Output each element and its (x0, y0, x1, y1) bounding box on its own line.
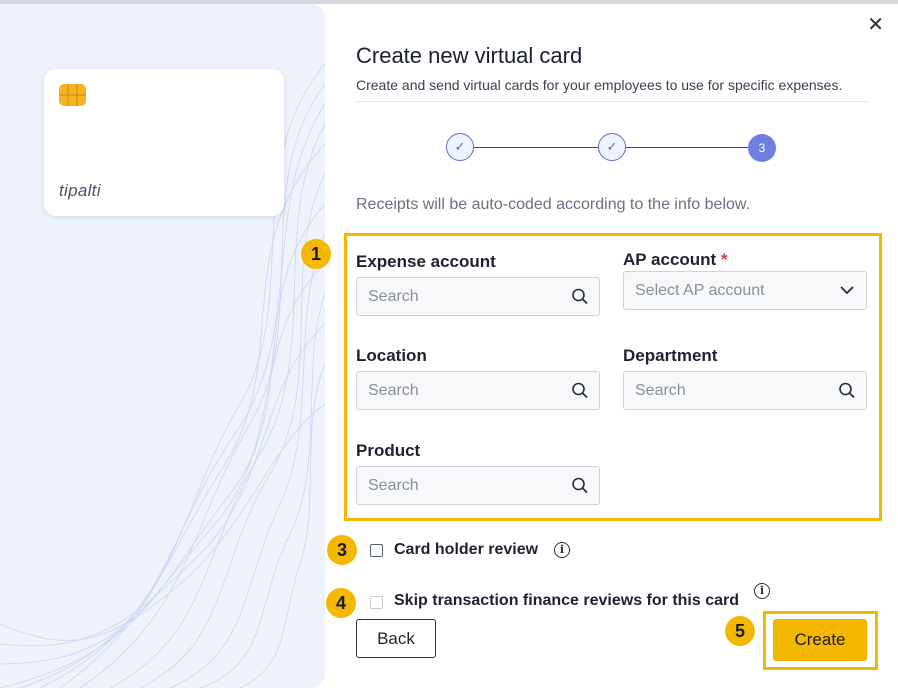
chevron-glyph (840, 286, 854, 295)
step-badge-1: 1 (301, 239, 331, 269)
location-label: Location (356, 346, 427, 365)
location-search-input[interactable]: Search (356, 371, 600, 410)
ap-account-select[interactable]: Select AP account (623, 271, 867, 310)
info-icon[interactable]: i (754, 583, 770, 599)
header-divider (356, 101, 868, 102)
step-badge-3: 3 (327, 535, 357, 565)
close-icon[interactable]: ✕ (867, 12, 884, 37)
ap-account-label: AP account * (623, 250, 728, 270)
department-search-input[interactable]: Search (623, 371, 867, 410)
search-icon (838, 372, 856, 423)
dialog-subtitle: Create and send virtual cards for your e… (356, 77, 843, 93)
department-placeholder: Search (635, 382, 686, 399)
search-glyph (572, 477, 588, 494)
search-icon (571, 278, 589, 329)
step-3-current: 3 (748, 134, 776, 162)
card-holder-review-label: Card holder review (394, 541, 539, 558)
search-icon (571, 372, 589, 423)
create-button[interactable]: Create (773, 619, 867, 661)
search-glyph (839, 382, 855, 399)
step-badge-4: 4 (326, 588, 356, 618)
expense-account-search-input[interactable]: Search (356, 277, 600, 316)
dialog-title: Create new virtual card (356, 43, 583, 68)
stepper-line-1 (474, 147, 598, 148)
step-badge-5: 5 (725, 616, 755, 646)
tipalti-logo: tipalti (59, 181, 101, 200)
chip-lines (59, 84, 86, 106)
department-label: Department (623, 346, 718, 365)
virtual-card-preview: tipalti (44, 69, 284, 216)
search-glyph (572, 382, 588, 399)
ap-account-label-text: AP account (623, 250, 717, 269)
search-glyph (572, 288, 588, 305)
search-icon (571, 467, 589, 518)
info-icon[interactable]: i (554, 542, 570, 558)
skip-finance-reviews-checkbox[interactable] (370, 596, 383, 609)
product-label: Product (356, 441, 421, 460)
intro-text: Receipts will be auto-coded according to… (356, 196, 751, 213)
expense-account-label: Expense account (356, 252, 496, 271)
required-mark: * (720, 250, 728, 269)
location-placeholder: Search (368, 382, 419, 399)
step-2-complete-icon: ✓ (598, 133, 626, 161)
skip-finance-reviews-label: Skip transaction finance reviews for thi… (394, 592, 739, 609)
chip-icon (59, 84, 86, 106)
product-placeholder: Search (368, 477, 419, 494)
chevron-down-icon (838, 272, 856, 323)
card-holder-review-checkbox[interactable] (370, 544, 383, 557)
product-search-input[interactable]: Search (356, 466, 600, 505)
expense-account-placeholder: Search (368, 288, 419, 305)
back-button[interactable]: Back (356, 619, 436, 658)
step-1-complete-icon: ✓ (446, 133, 474, 161)
ap-account-placeholder: Select AP account (635, 282, 765, 299)
stepper-line-2 (626, 147, 748, 148)
